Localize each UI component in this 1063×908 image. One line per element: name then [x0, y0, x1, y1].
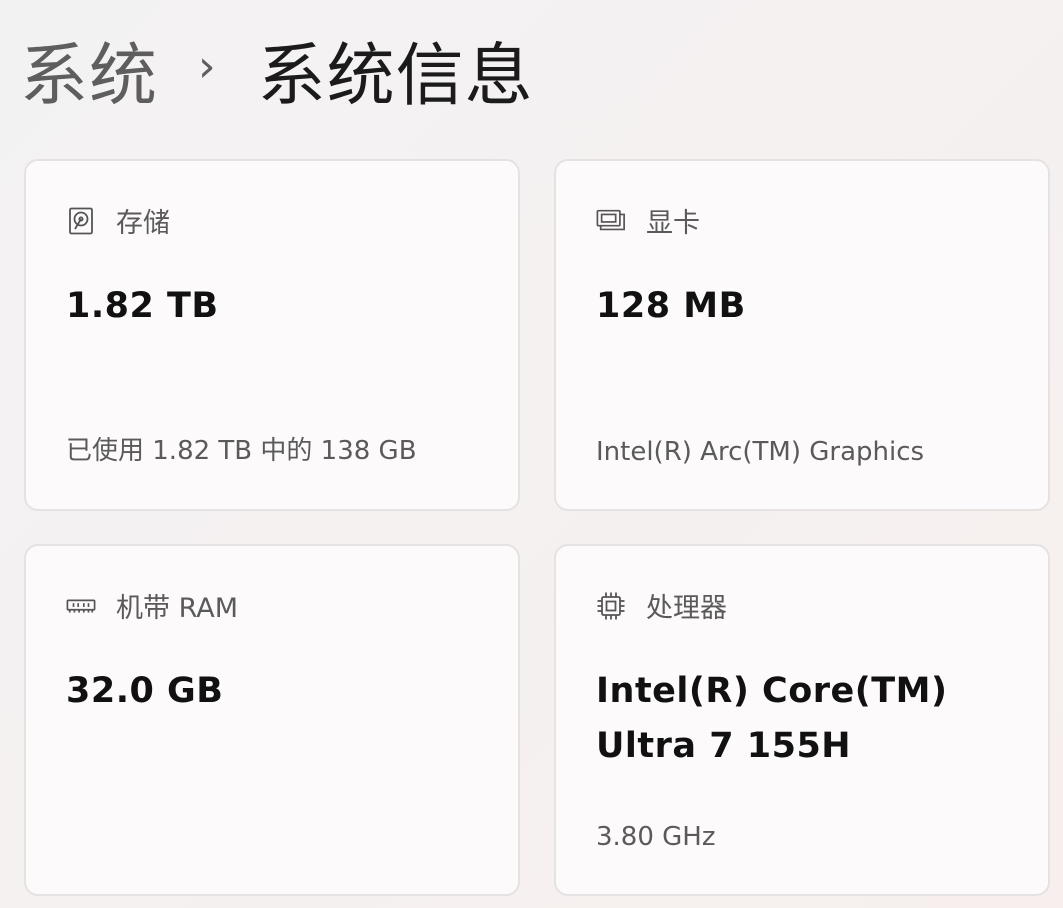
ram-card: 机带 RAM 32.0 GB	[24, 544, 520, 896]
gpu-card-header: 显卡	[596, 201, 700, 240]
cpu-value: Intel(R) Core(TM) Ultra 7 155H	[596, 671, 948, 766]
gpu-title: 显卡	[646, 208, 700, 239]
processor-chip-icon	[596, 591, 626, 621]
ram-title: 机带 RAM	[116, 593, 239, 624]
breadcrumb-parent-system[interactable]: 系统	[20, 20, 158, 119]
gpu-value: 128 MB	[596, 286, 746, 326]
chevron-right-icon: ›	[198, 40, 216, 92]
storage-card: 存储 1.82 TB 已使用 1.82 TB 中的 138 GB	[24, 159, 520, 511]
cpu-title: 处理器	[646, 593, 727, 624]
ram-card-header: 机带 RAM	[66, 586, 238, 625]
gpu-card: 显卡 128 MB Intel(R) Arc(TM) Graphics	[554, 159, 1050, 511]
cpu-card: 处理器 Intel(R) Core(TM) Ultra 7 155H 3.80 …	[554, 544, 1050, 896]
ram-value: 32.0 GB	[66, 671, 224, 711]
gpu-detail: Intel(R) Arc(TM) Graphics	[596, 437, 925, 467]
hard-drive-icon	[66, 206, 96, 236]
storage-value: 1.82 TB	[66, 286, 219, 326]
breadcrumb: 系统 › 系统信息	[20, 24, 534, 116]
memory-module-icon	[66, 591, 96, 621]
storage-detail: 已使用 1.82 TB 中的 138 GB	[66, 436, 417, 466]
cpu-detail: 3.80 GHz	[596, 822, 716, 852]
graphics-card-icon	[596, 206, 626, 236]
storage-card-header: 存储	[66, 201, 170, 240]
cpu-card-header: 处理器	[596, 586, 727, 625]
storage-title: 存储	[116, 208, 170, 239]
page-title: 系统信息	[257, 36, 534, 116]
